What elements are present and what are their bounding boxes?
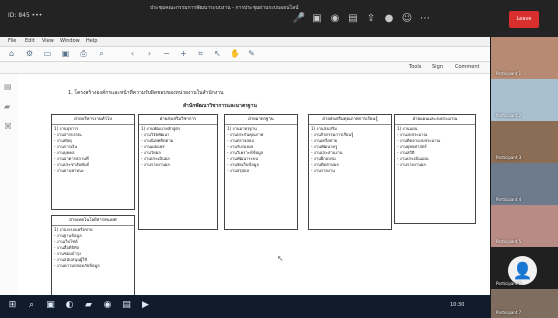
fit-icon[interactable]: ⌗	[196, 49, 205, 58]
zoom-icon[interactable]: ▶	[140, 300, 151, 311]
taskbar-clock: 10:30	[450, 302, 465, 308]
print-icon[interactable]: ⎙	[79, 49, 88, 58]
org-box-line: - งานรายงานผล	[141, 162, 170, 167]
pdf-left-sidebar: ▤ ▰ ⌘	[0, 74, 19, 295]
search-icon[interactable]: ⌕	[97, 49, 106, 58]
participant-name: Participant 1	[496, 71, 522, 76]
mic-icon[interactable]: 🎤	[292, 12, 306, 26]
meeting-toolbar: ประชุมคณะกรรมการพัฒนาระบบงาน - การประชุม…	[0, 0, 558, 37]
menu-edit[interactable]: Edit	[25, 38, 35, 44]
participant-video-tile[interactable]: Participant 3	[491, 121, 558, 163]
participant-name: Participant 2	[496, 113, 522, 118]
select-icon[interactable]: ↖	[213, 49, 222, 58]
org-box-plan-budget: ฝ่ายแผนและงบประมาณ 1) งานแผน - งานงบประม…	[394, 114, 476, 224]
right-menu-tools[interactable]: Tools	[409, 64, 421, 70]
pdf-secondary-toolbar: Tools Sign Comment	[0, 62, 490, 74]
participants-icon[interactable]: ◉	[328, 12, 342, 26]
share-icon[interactable]: ⇪	[364, 12, 378, 26]
more-icon[interactable]: ⋯	[418, 12, 432, 26]
search-icon[interactable]: ⌕	[26, 300, 37, 311]
windows-taskbar: ⊞ ⌕ ▣ ◐ ▰ ◉ ▤ ▶ 10:30	[0, 295, 490, 318]
participant-video-panel: Participant 1 Participant 2 Participant …	[491, 37, 558, 318]
folder-icon[interactable]: ▰	[83, 300, 94, 311]
org-box-academic: ฝ่ายส่งเสริมวิชาการ 1) งานพัฒนาหลักสูตร …	[138, 114, 218, 230]
hand-icon[interactable]: ✋	[230, 49, 240, 58]
org-box-title: ฝ่ายบริหารงานทั่วไป	[52, 115, 134, 125]
tools-icon[interactable]: ⚙	[25, 49, 34, 58]
zoom-in-icon[interactable]: +	[179, 49, 188, 58]
menu-file[interactable]: File	[8, 38, 16, 44]
next-page-icon[interactable]: ›	[145, 49, 154, 58]
org-box-learning-quality: ฝ่ายส่งเสริมคุณภาพการเรียนรู้ 1) งานส่งเ…	[308, 114, 392, 230]
document-heading: 1. โครงสร้างองค์กรและหน้าที่ความรับผิดชอ…	[68, 90, 224, 96]
leave-button[interactable]: Leave	[509, 11, 539, 28]
attachments-icon[interactable]: ⌘	[4, 122, 13, 131]
participant-name: Participant 6	[496, 281, 522, 286]
org-box-line: - งานยานพาหนะ	[54, 168, 85, 173]
participant-name: Participant 4	[496, 197, 522, 202]
org-box-information-technology: ฝ่ายเทคโนโลยีสารสนเทศ 1) งานระบบเครือข่า…	[51, 215, 135, 295]
right-menu-comment[interactable]: Comment	[455, 64, 480, 70]
org-box-general-admin: ฝ่ายบริหารงานทั่วไป 1) งานธุรการ - งานสา…	[51, 114, 135, 210]
org-box-line: - งานรายงานผล	[397, 162, 426, 167]
taskview-icon[interactable]: ▣	[45, 300, 56, 311]
participant-video-tile[interactable]: Participant 4	[491, 163, 558, 205]
home-icon[interactable]: ⌂	[7, 49, 16, 58]
menu-view[interactable]: View	[42, 38, 54, 44]
org-box-line: - งานความปลอดภัยข้อมูล	[54, 263, 100, 268]
org-box-title: ฝ่ายส่งเสริมคุณภาพการเรียนรู้	[309, 115, 391, 125]
zoom-out-icon[interactable]: −	[162, 49, 171, 58]
org-box-standard: ฝ่ายมาตรฐาน 1) งานมาตรฐาน - งานประกันคุณ…	[224, 114, 298, 230]
menu-help[interactable]: Help	[86, 38, 97, 44]
chat-icon[interactable]: ▤	[346, 12, 360, 26]
save-icon[interactable]: ▣	[61, 49, 70, 58]
org-box-title: ฝ่ายมาตรฐาน	[225, 115, 297, 125]
org-box-title: ฝ่ายแผนและงบประมาณ	[395, 115, 475, 125]
participant-avatar-tile[interactable]: 👤 Participant 6	[491, 247, 558, 289]
mouse-cursor-icon: ↖	[277, 254, 284, 263]
document-icon[interactable]: ▭	[43, 49, 52, 58]
participant-video-tile[interactable]: Participant 2	[491, 79, 558, 121]
record-icon[interactable]: ●	[382, 12, 396, 26]
shared-screen: File Edit View Window Help ⌂ ⚙ ▭ ▣ ⎙ ⌕ ‹…	[0, 37, 490, 295]
chrome-icon[interactable]: ◉	[102, 300, 113, 311]
reactions-icon[interactable]: ☺	[400, 12, 414, 26]
participant-video-tile[interactable]: Participant 1	[491, 37, 558, 79]
organization-title: สำนักพัฒนาวิชาการและมาตรฐาน	[183, 103, 257, 109]
pdf-icon[interactable]: ▤	[121, 300, 132, 311]
video-icon[interactable]: ▣	[310, 12, 324, 26]
meeting-id-label: ID: 845 •••	[8, 12, 43, 19]
prev-page-icon[interactable]: ‹	[128, 49, 137, 58]
start-icon[interactable]: ⊞	[7, 300, 18, 311]
right-menu-sign[interactable]: Sign	[432, 64, 443, 70]
pdf-page: 1. โครงสร้างองค์กรและหน้าที่ความรับผิดชอ…	[18, 74, 490, 295]
pdf-menu-bar: File Edit View Window Help	[0, 37, 490, 47]
participant-video-tile[interactable]: Participant 5	[491, 205, 558, 247]
org-box-line: - งานรายงาน	[311, 168, 335, 173]
participant-name: Participant 7	[496, 310, 522, 315]
comment-icon[interactable]: ✎	[247, 49, 256, 58]
meeting-title: ประชุมคณะกรรมการพัฒนาระบบงาน - การประชุม…	[150, 5, 299, 11]
participant-name: Participant 3	[496, 155, 522, 160]
pdf-toolbar: ⌂ ⚙ ▭ ▣ ⎙ ⌕ ‹ › − + ⌗ ↖ ✋ ✎	[0, 47, 490, 62]
thumbnails-icon[interactable]: ▤	[4, 82, 13, 91]
participant-name: Participant 5	[496, 239, 522, 244]
org-box-title: ฝ่ายเทคโนโลยีสารสนเทศ	[52, 216, 134, 226]
org-box-line: - งานสรุปผล	[227, 168, 250, 173]
bookmarks-icon[interactable]: ▰	[4, 102, 13, 111]
menu-window[interactable]: Window	[60, 38, 80, 44]
edge-icon[interactable]: ◐	[64, 300, 75, 311]
participant-video-tile[interactable]: Participant 7	[491, 289, 558, 318]
org-box-title: ฝ่ายส่งเสริมวิชาการ	[139, 115, 217, 125]
